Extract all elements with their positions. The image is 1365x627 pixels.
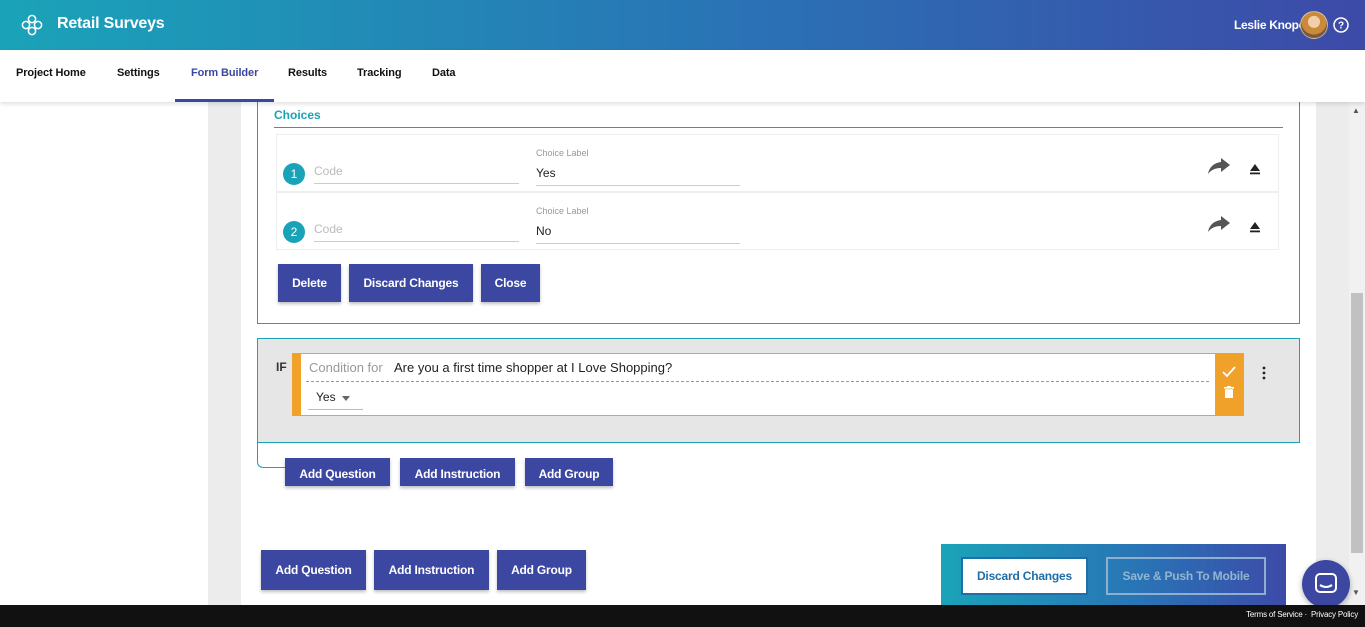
if-label: IF bbox=[276, 360, 287, 374]
tab-results[interactable]: Results bbox=[272, 50, 343, 102]
choice-number-badge: 1 bbox=[283, 163, 305, 185]
share-arrow-icon[interactable] bbox=[1207, 215, 1231, 233]
choices-title: Choices bbox=[274, 108, 321, 122]
tab-tracking[interactable]: Tracking bbox=[341, 50, 417, 102]
discard-changes-button[interactable]: Discard Changes bbox=[349, 264, 473, 302]
choice-label-input[interactable]: Yes bbox=[536, 166, 740, 186]
branch-add-group-button[interactable]: Add Group bbox=[525, 458, 613, 486]
app-title[interactable]: Retail Surveys bbox=[57, 15, 165, 33]
choice-code-input[interactable]: Code bbox=[314, 164, 519, 184]
scroll-up-icon[interactable]: ▲ bbox=[1352, 106, 1360, 115]
chat-icon[interactable] bbox=[1314, 572, 1338, 596]
left-gutter bbox=[208, 102, 241, 605]
branch-connector bbox=[257, 443, 287, 468]
privacy-link[interactable]: Privacy Policy bbox=[1311, 610, 1358, 619]
footer-links: Terms of Service · Privacy Policy bbox=[1246, 610, 1358, 619]
right-gutter bbox=[1316, 102, 1349, 605]
scroll-down-icon[interactable]: ▼ bbox=[1352, 588, 1360, 597]
choice-code-input[interactable]: Code bbox=[314, 222, 519, 242]
terms-link[interactable]: Terms of Service bbox=[1246, 610, 1303, 619]
move-up-icon[interactable] bbox=[1249, 163, 1261, 175]
tab-form-builder[interactable]: Form Builder bbox=[175, 50, 275, 102]
move-up-icon[interactable] bbox=[1249, 221, 1261, 233]
svg-text:?: ? bbox=[1338, 21, 1344, 32]
condition-question: Are you a first time shopper at I Love S… bbox=[394, 360, 673, 375]
condition-divider bbox=[306, 381, 1209, 382]
help-icon[interactable]: ? bbox=[1333, 17, 1349, 33]
chevron-down-icon[interactable] bbox=[342, 396, 350, 401]
branch-add-instruction-button[interactable]: Add Instruction bbox=[400, 458, 515, 486]
add-instruction-button[interactable]: Add Instruction bbox=[374, 550, 489, 590]
branch-add-question-button[interactable]: Add Question bbox=[285, 458, 390, 486]
choice-number-badge: 2 bbox=[283, 221, 305, 243]
add-question-button[interactable]: Add Question bbox=[261, 550, 366, 590]
main-nav: Project Home Settings Form Builder Resul… bbox=[0, 50, 1365, 102]
check-icon[interactable] bbox=[1222, 366, 1236, 378]
delete-button[interactable]: Delete bbox=[278, 264, 341, 302]
close-button[interactable]: Close bbox=[481, 264, 540, 302]
tab-settings[interactable]: Settings bbox=[101, 50, 176, 102]
tab-project-home[interactable]: Project Home bbox=[0, 50, 102, 102]
more-options-icon[interactable] bbox=[1262, 366, 1266, 380]
avatar[interactable] bbox=[1300, 11, 1328, 39]
discard-all-changes-button[interactable]: Discard Changes bbox=[961, 557, 1088, 595]
choice-label-caption: Choice Label bbox=[536, 206, 589, 216]
footer bbox=[0, 605, 1365, 627]
condition-actions bbox=[1216, 353, 1244, 416]
app-logo-icon[interactable] bbox=[20, 13, 44, 37]
save-push-mobile-button[interactable]: Save & Push To Mobile bbox=[1106, 557, 1266, 595]
add-group-button[interactable]: Add Group bbox=[497, 550, 586, 590]
choices-divider bbox=[274, 127, 1283, 128]
tab-data[interactable]: Data bbox=[416, 50, 471, 102]
user-name[interactable]: Leslie Knope bbox=[1234, 18, 1305, 32]
scrollbar-thumb[interactable] bbox=[1351, 293, 1363, 553]
choice-label-caption: Choice Label bbox=[536, 148, 589, 158]
condition-prefix: Condition for bbox=[309, 360, 383, 375]
top-bar bbox=[0, 0, 1365, 50]
trash-icon[interactable] bbox=[1224, 386, 1234, 398]
choice-label-input[interactable]: No bbox=[536, 224, 740, 244]
share-arrow-icon[interactable] bbox=[1207, 157, 1231, 175]
condition-answer-select[interactable]: Yes bbox=[308, 390, 363, 410]
